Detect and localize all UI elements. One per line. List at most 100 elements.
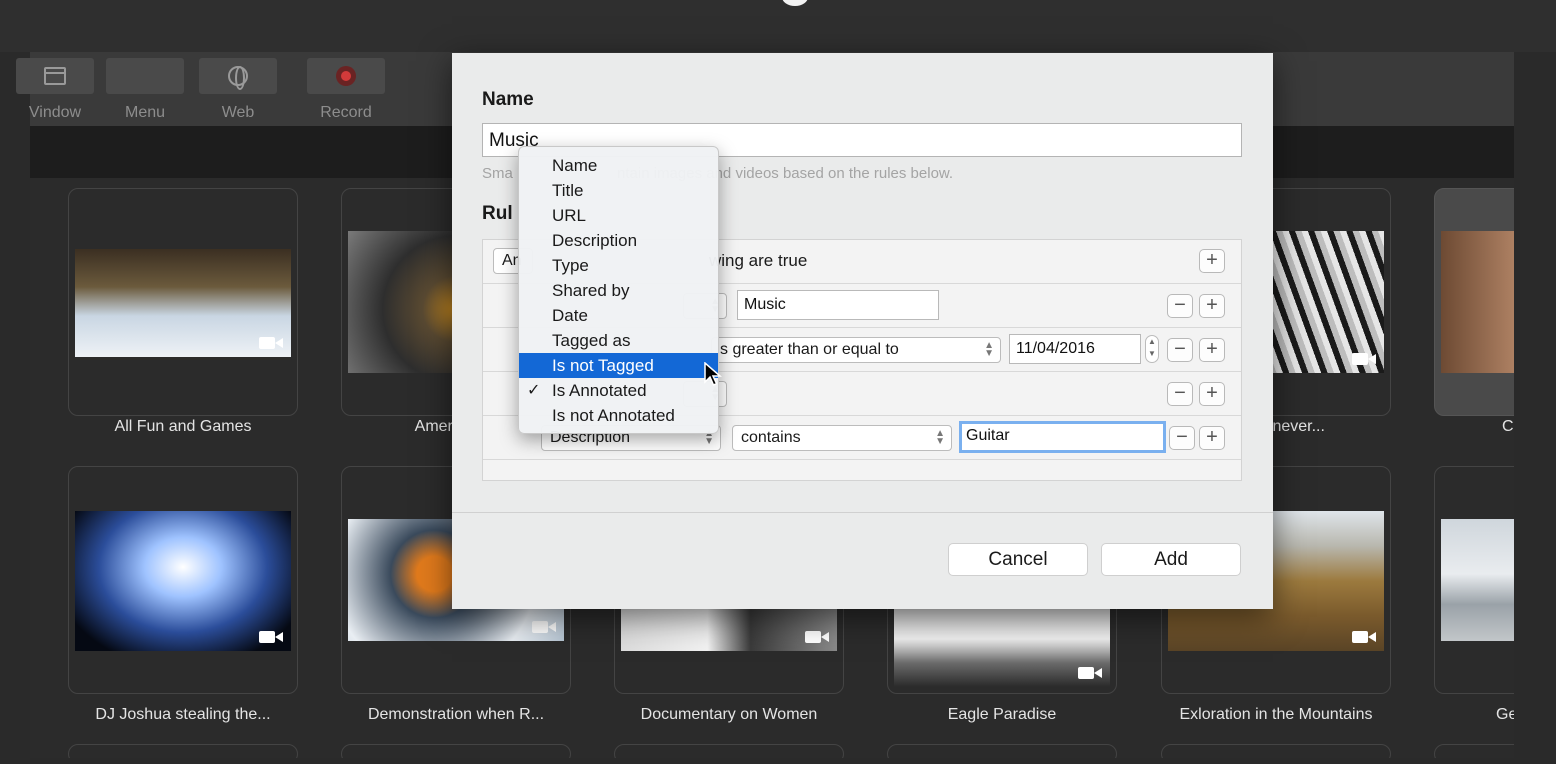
add-rule-button[interactable]: +: [1199, 294, 1225, 318]
menu-item-url[interactable]: URL: [519, 203, 718, 228]
thumbnail: [75, 249, 291, 357]
menu-item-type[interactable]: Type: [519, 253, 718, 278]
card-caption: Eagle Paradise: [947, 706, 1057, 723]
menu-item-tagged-as[interactable]: Tagged as: [519, 328, 718, 353]
dialog-divider: [452, 512, 1273, 513]
mouse-pointer-icon: [704, 362, 722, 387]
name-label: Name: [482, 89, 534, 110]
collection-card[interactable]: [68, 188, 298, 416]
remove-rule-button[interactable]: −: [1167, 338, 1193, 362]
toolbar-menu-button[interactable]: Menu: [106, 58, 640, 224]
rule-operator-label: s greater than or equal to: [720, 341, 899, 358]
card-caption: Exloration in the Mountains: [1179, 706, 1373, 723]
toolbar-web-button[interactable]: Web: [199, 58, 277, 122]
collection-card[interactable]: [341, 744, 571, 758]
minus-icon: −: [1174, 294, 1186, 316]
remove-rule-button[interactable]: −: [1167, 294, 1193, 318]
rule-value-field[interactable]: Guitar: [959, 421, 1166, 453]
add-rule-button[interactable]: +: [1199, 338, 1225, 362]
chevron-down-icon: ▼: [1148, 349, 1156, 358]
menu-item-title[interactable]: Title: [519, 178, 718, 203]
rule-field-menu: Name Title URL Description Type Shared b…: [518, 146, 719, 434]
plus-icon: +: [1206, 426, 1218, 448]
collection-card[interactable]: [68, 744, 298, 758]
menu-item-label: Shared by: [552, 281, 630, 300]
menu-item-is-annotated[interactable]: ✓ Is Annotated: [519, 378, 718, 403]
collection-card-selected[interactable]: [1434, 188, 1514, 416]
app-logo: [782, 0, 808, 6]
menu-item-label: Is Annotated: [552, 381, 647, 400]
rule-value-field[interactable]: Music: [737, 290, 939, 320]
video-icon: [532, 619, 556, 635]
toolbar-menu-label: Menu: [124, 104, 166, 121]
card-caption: DJ Joshua stealing the...: [95, 706, 271, 723]
chevron-updown-icon: ▲▼: [935, 428, 945, 447]
menu-item-label: Is not Annotated: [552, 406, 675, 425]
card-caption: Ge: [1496, 706, 1514, 723]
menu-item-label: Date: [552, 306, 588, 325]
rule-operator-popup[interactable]: contains ▲ ▼: [732, 425, 952, 451]
add-button[interactable]: Add: [1101, 543, 1241, 576]
add-rule-button[interactable]: +: [1199, 426, 1225, 450]
checkmark-icon: ✓: [527, 382, 541, 399]
collection-card[interactable]: [887, 744, 1117, 758]
cancel-button[interactable]: Cancel: [948, 543, 1088, 576]
card-caption: C: [1502, 418, 1514, 435]
collection-card[interactable]: [68, 466, 298, 694]
collection-card[interactable]: [1434, 744, 1514, 758]
menu-item-shared-by[interactable]: Shared by: [519, 278, 718, 303]
record-icon: [336, 66, 356, 86]
collection-card[interactable]: [614, 744, 844, 758]
card-caption: All Fun and Games: [114, 418, 252, 435]
globe-icon: [228, 66, 248, 90]
menu-item-label: Description: [552, 231, 638, 250]
menu-item-label: Is not Tagged: [552, 356, 654, 375]
collection-card[interactable]: [1161, 744, 1391, 758]
add-rule-button[interactable]: +: [1199, 249, 1225, 273]
menu-item-is-not-annotated[interactable]: Is not Annotated: [519, 403, 718, 428]
remove-rule-button[interactable]: −: [1167, 382, 1193, 406]
card-caption: Documentary on Women: [640, 706, 818, 723]
menu-item-label: Title: [552, 181, 584, 200]
menu-item-date[interactable]: Date: [519, 303, 718, 328]
minus-icon: −: [1176, 426, 1188, 448]
thumbnail: [75, 511, 291, 651]
menu-item-description[interactable]: Description: [519, 228, 718, 253]
plus-icon: +: [1206, 249, 1218, 271]
plus-icon: +: [1206, 338, 1218, 360]
video-icon: [805, 629, 829, 645]
plus-icon: +: [1206, 294, 1218, 316]
toolbar-window-label: Vindow: [28, 104, 82, 121]
date-stepper[interactable]: ▲ ▼: [1145, 335, 1159, 363]
menu-item-label: Type: [552, 256, 589, 275]
video-icon: [259, 335, 283, 351]
chevron-updown-icon: ▲▼: [984, 340, 994, 359]
menu-item-is-not-tagged[interactable]: Is not Tagged: [519, 353, 718, 378]
toolbar-window-button[interactable]: Vindow: [16, 58, 94, 122]
rule-operator-label: contains: [741, 429, 801, 446]
minus-icon: −: [1174, 338, 1186, 360]
video-icon: [1078, 665, 1102, 681]
rules-label: Rul: [482, 203, 513, 224]
minus-icon: −: [1174, 382, 1186, 404]
video-icon: [1352, 351, 1376, 367]
plus-icon: +: [1206, 382, 1218, 404]
remove-rule-button[interactable]: −: [1169, 426, 1195, 450]
window-icon: [44, 67, 66, 85]
menu-item-label: Name: [552, 156, 598, 175]
rule-date-field[interactable]: 11/04/2016: [1009, 334, 1141, 364]
toolbar-record-label: Record: [320, 104, 372, 121]
add-rule-button[interactable]: +: [1199, 382, 1225, 406]
collection-card[interactable]: [1434, 466, 1514, 694]
toolbar-web-label: Web: [221, 104, 255, 121]
rule-operator-popup[interactable]: s greater than or equal to ▲ ▼: [711, 337, 1001, 363]
video-icon: [259, 629, 283, 645]
toolbar-record-button[interactable]: Record: [307, 58, 385, 122]
thumbnail: [1441, 231, 1514, 373]
top-bar: [0, 0, 1556, 52]
match-text: wing are true: [709, 251, 808, 270]
chevron-up-icon: ▲: [1148, 337, 1156, 346]
menu-item-name[interactable]: Name: [519, 153, 718, 178]
thumbnail: [894, 607, 1110, 687]
menu-item-label: Tagged as: [552, 331, 631, 350]
